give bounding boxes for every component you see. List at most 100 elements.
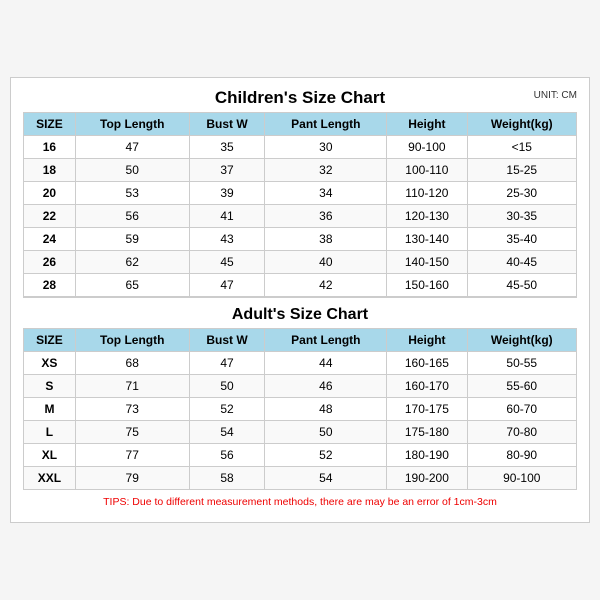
children-col-header-1: Top Length [75, 113, 189, 136]
children-col-header-0: SIZE [24, 113, 76, 136]
children-cell-2-1: 53 [75, 182, 189, 205]
adult-col-header-2: Bust W [189, 329, 265, 352]
adult-col-header-3: Pant Length [265, 329, 387, 352]
children-cell-5-4: 140-150 [387, 251, 467, 274]
children-col-header-5: Weight(kg) [467, 113, 576, 136]
children-chart-title: Children's Size Chart [215, 88, 385, 108]
children-cell-2-0: 20 [24, 182, 76, 205]
adult-cell-2-1: 73 [75, 398, 189, 421]
children-cell-0-2: 35 [189, 136, 265, 159]
children-cell-0-0: 16 [24, 136, 76, 159]
children-cell-0-3: 30 [265, 136, 387, 159]
children-cell-4-5: 35-40 [467, 228, 576, 251]
children-cell-4-3: 38 [265, 228, 387, 251]
adult-cell-0-0: XS [24, 352, 76, 375]
adult-section: Adult's Size Chart [24, 297, 577, 329]
children-cell-0-4: 90-100 [387, 136, 467, 159]
adult-cell-5-3: 54 [265, 467, 387, 490]
adult-cell-1-5: 55-60 [467, 375, 576, 398]
adult-cell-4-1: 77 [75, 444, 189, 467]
children-cell-6-5: 45-50 [467, 274, 576, 298]
adult-cell-2-2: 52 [189, 398, 265, 421]
adult-cell-3-2: 54 [189, 421, 265, 444]
adult-cell-3-0: L [24, 421, 76, 444]
adult-cell-4-3: 52 [265, 444, 387, 467]
chart-container: Children's Size Chart UNIT: CM SIZETop L… [10, 77, 590, 523]
adult-col-header-4: Height [387, 329, 467, 352]
adult-cell-3-5: 70-80 [467, 421, 576, 444]
children-cell-1-5: 15-25 [467, 159, 576, 182]
adult-cell-2-3: 48 [265, 398, 387, 421]
adult-cell-2-4: 170-175 [387, 398, 467, 421]
children-cell-0-1: 47 [75, 136, 189, 159]
children-cell-1-0: 18 [24, 159, 76, 182]
children-cell-0-5: <15 [467, 136, 576, 159]
title-row: Children's Size Chart UNIT: CM [23, 88, 577, 108]
adult-table-row: S715046160-17055-60 [24, 375, 577, 398]
adult-cell-3-1: 75 [75, 421, 189, 444]
adult-cell-1-3: 46 [265, 375, 387, 398]
adult-cell-0-2: 47 [189, 352, 265, 375]
children-cell-3-3: 36 [265, 205, 387, 228]
children-col-header-4: Height [387, 113, 467, 136]
children-cell-5-3: 40 [265, 251, 387, 274]
children-cell-4-1: 59 [75, 228, 189, 251]
tips-section: TIPS: Due to different measurement metho… [24, 490, 577, 513]
adult-cell-4-2: 56 [189, 444, 265, 467]
adult-col-header-0: SIZE [24, 329, 76, 352]
children-cell-3-2: 41 [189, 205, 265, 228]
children-cell-4-4: 130-140 [387, 228, 467, 251]
adult-cell-2-5: 60-70 [467, 398, 576, 421]
children-cell-2-2: 39 [189, 182, 265, 205]
adult-cell-1-1: 71 [75, 375, 189, 398]
adult-table-row: XXL795854190-20090-100 [24, 467, 577, 490]
adult-cell-5-0: XXL [24, 467, 76, 490]
children-cell-2-5: 25-30 [467, 182, 576, 205]
adult-cell-5-4: 190-200 [387, 467, 467, 490]
children-cell-6-4: 150-160 [387, 274, 467, 298]
adult-cell-4-5: 80-90 [467, 444, 576, 467]
children-cell-2-4: 110-120 [387, 182, 467, 205]
adult-cell-5-1: 79 [75, 467, 189, 490]
children-cell-6-1: 65 [75, 274, 189, 298]
adult-table-row: XS684744160-16550-55 [24, 352, 577, 375]
children-col-header-2: Bust W [189, 113, 265, 136]
children-cell-5-0: 26 [24, 251, 76, 274]
adult-cell-1-2: 50 [189, 375, 265, 398]
adult-table-row: XL775652180-19080-90 [24, 444, 577, 467]
adult-cell-0-5: 50-55 [467, 352, 576, 375]
children-cell-4-0: 24 [24, 228, 76, 251]
adult-cell-5-2: 58 [189, 467, 265, 490]
adult-table-row: L755450175-18070-80 [24, 421, 577, 444]
adult-cell-0-4: 160-165 [387, 352, 467, 375]
adult-chart-title: Adult's Size Chart [24, 297, 577, 329]
children-cell-3-4: 120-130 [387, 205, 467, 228]
children-cell-2-3: 34 [265, 182, 387, 205]
adult-table-row: M735248170-17560-70 [24, 398, 577, 421]
adult-cell-4-4: 180-190 [387, 444, 467, 467]
tips-row: TIPS: Due to different measurement metho… [24, 490, 577, 513]
children-cell-6-3: 42 [265, 274, 387, 298]
children-cell-1-3: 32 [265, 159, 387, 182]
children-cell-1-1: 50 [75, 159, 189, 182]
children-cell-3-0: 22 [24, 205, 76, 228]
children-col-header-3: Pant Length [265, 113, 387, 136]
children-cell-6-0: 28 [24, 274, 76, 298]
children-cell-5-2: 45 [189, 251, 265, 274]
adult-table-header: SIZETop LengthBust WPant LengthHeightWei… [24, 329, 577, 352]
children-size-table: SIZETop LengthBust WPant LengthHeightWei… [23, 112, 577, 512]
children-table-row: 18503732100-11015-25 [24, 159, 577, 182]
adult-cell-0-3: 44 [265, 352, 387, 375]
adult-cell-3-4: 175-180 [387, 421, 467, 444]
children-table-row: 20533934110-12025-30 [24, 182, 577, 205]
adult-table-body: XS684744160-16550-55S715046160-17055-60M… [24, 352, 577, 490]
children-table-header: SIZETop LengthBust WPant LengthHeightWei… [24, 113, 577, 136]
children-cell-4-2: 43 [189, 228, 265, 251]
adult-cell-3-3: 50 [265, 421, 387, 444]
children-table-row: 24594338130-14035-40 [24, 228, 577, 251]
children-cell-3-1: 56 [75, 205, 189, 228]
adult-header-row: SIZETop LengthBust WPant LengthHeightWei… [24, 329, 577, 352]
adult-title-row: Adult's Size Chart [24, 297, 577, 329]
children-table-body: 1647353090-100<1518503732100-11015-25205… [24, 136, 577, 298]
adult-cell-0-1: 68 [75, 352, 189, 375]
